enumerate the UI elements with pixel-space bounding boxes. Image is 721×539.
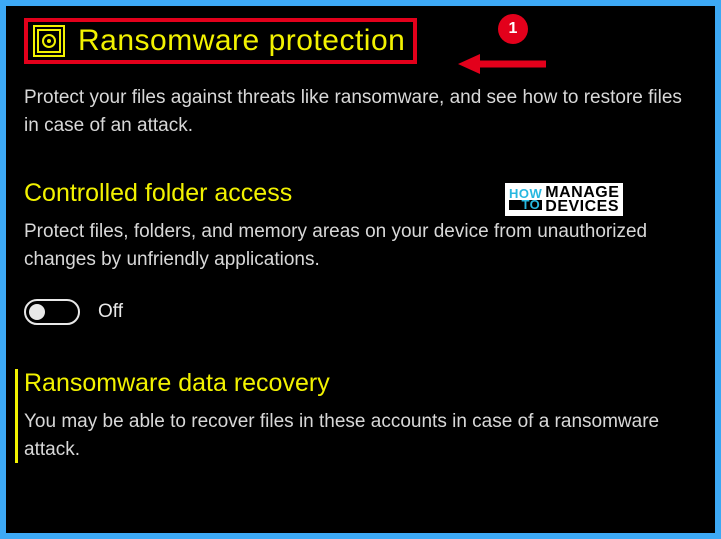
watermark-logo: HOW TO MANAGE DEVICES	[504, 182, 624, 217]
toggle-knob	[29, 304, 45, 320]
controlled-folder-access-description: Protect files, folders, and memory areas…	[24, 218, 684, 273]
watermark-devices: DEVICES	[545, 200, 619, 214]
controlled-folder-access-toggle[interactable]	[24, 299, 80, 325]
window-frame: 1 Ransomware protection Protect your fil…	[0, 0, 721, 539]
annotation-step-badge: 1	[498, 14, 528, 44]
controlled-folder-access-toggle-row: Off	[24, 299, 697, 325]
ransomware-data-recovery-section: Ransomware data recovery You may be able…	[15, 369, 697, 463]
watermark-right: MANAGE DEVICES	[545, 186, 619, 213]
watermark-to: TO	[509, 200, 542, 211]
ransomware-data-recovery-description: You may be able to recover files in thes…	[24, 408, 684, 463]
page-content: 1 Ransomware protection Protect your fil…	[6, 6, 715, 487]
ransomware-shield-icon	[32, 24, 66, 58]
ransomware-data-recovery-heading: Ransomware data recovery	[24, 369, 697, 398]
page-title: Ransomware protection	[78, 24, 405, 58]
controlled-folder-access-toggle-label: Off	[98, 301, 123, 323]
page-description: Protect your files against threats like …	[24, 84, 684, 139]
annotation-arrow-icon	[458, 52, 548, 76]
page-title-row: Ransomware protection	[24, 18, 417, 64]
watermark-left: HOW TO	[509, 189, 542, 210]
